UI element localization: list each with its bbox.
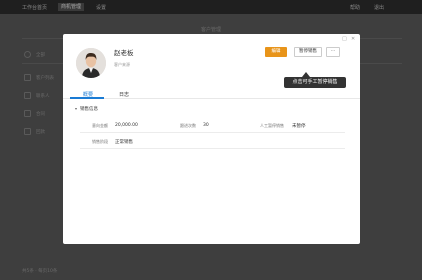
- avatar-portrait: [76, 48, 106, 78]
- pause-sale-button[interactable]: 暂停销售: [294, 47, 322, 57]
- row-icon: [24, 51, 31, 58]
- maximize-icon[interactable]: □: [342, 37, 347, 42]
- row-label: 合同: [36, 112, 45, 117]
- edit-button[interactable]: 编辑: [265, 47, 287, 57]
- customer-subtitle: 客户来源: [114, 62, 130, 67]
- collapse-toggle-icon[interactable]: ▾: [75, 106, 77, 111]
- row-label: 联系人: [36, 94, 50, 99]
- avatar: [76, 48, 106, 78]
- pagination-info: 共5条 · 每页10条: [22, 269, 58, 274]
- more-button[interactable]: ···: [326, 47, 340, 57]
- field-value: 未暂停: [292, 124, 306, 129]
- tab-active-indicator: [70, 97, 104, 99]
- nav-item-opportunities[interactable]: 商机管理: [58, 3, 85, 11]
- nav-item-home[interactable]: 工作台首页: [22, 4, 47, 11]
- row-label: 回款: [36, 130, 45, 135]
- checkbox[interactable]: [24, 92, 31, 99]
- row-label: 客户列表: [36, 76, 54, 81]
- field-value: 30: [203, 123, 209, 128]
- divider: [80, 148, 345, 149]
- checkbox[interactable]: [24, 74, 31, 81]
- checkbox[interactable]: [24, 128, 31, 135]
- tab-log[interactable]: 日志: [119, 91, 129, 98]
- field-value: 20,000.00: [115, 123, 138, 128]
- pause-sale-tooltip: 点击可手工暂停销售: [284, 77, 346, 88]
- close-icon[interactable]: ✕: [351, 37, 355, 42]
- nav-item-help[interactable]: 帮助: [350, 4, 360, 11]
- field-label: 跟进次数: [180, 123, 196, 128]
- checkbox[interactable]: [24, 110, 31, 117]
- customer-detail-modal: □ ✕ 赵老板 客户来源 编辑 暂停销售 ··· 点击可手工暂停销售 概要 日志…: [63, 34, 360, 244]
- tabs-divider: [63, 98, 360, 99]
- field-value: 正常销售: [115, 140, 133, 145]
- field-label: 人工暂停销售: [260, 123, 284, 128]
- field-label: 意向金额: [92, 123, 108, 128]
- field-label: 销售阶段: [92, 139, 108, 144]
- section-title: 销售信息: [80, 107, 98, 112]
- nav-item-logout[interactable]: 退出: [374, 4, 384, 11]
- divider: [80, 132, 345, 133]
- row-label: 全部: [36, 53, 45, 58]
- page-title: 客户管理: [200, 27, 221, 33]
- customer-name: 赵老板: [114, 49, 134, 57]
- nav-item-settings[interactable]: 设置: [96, 4, 106, 11]
